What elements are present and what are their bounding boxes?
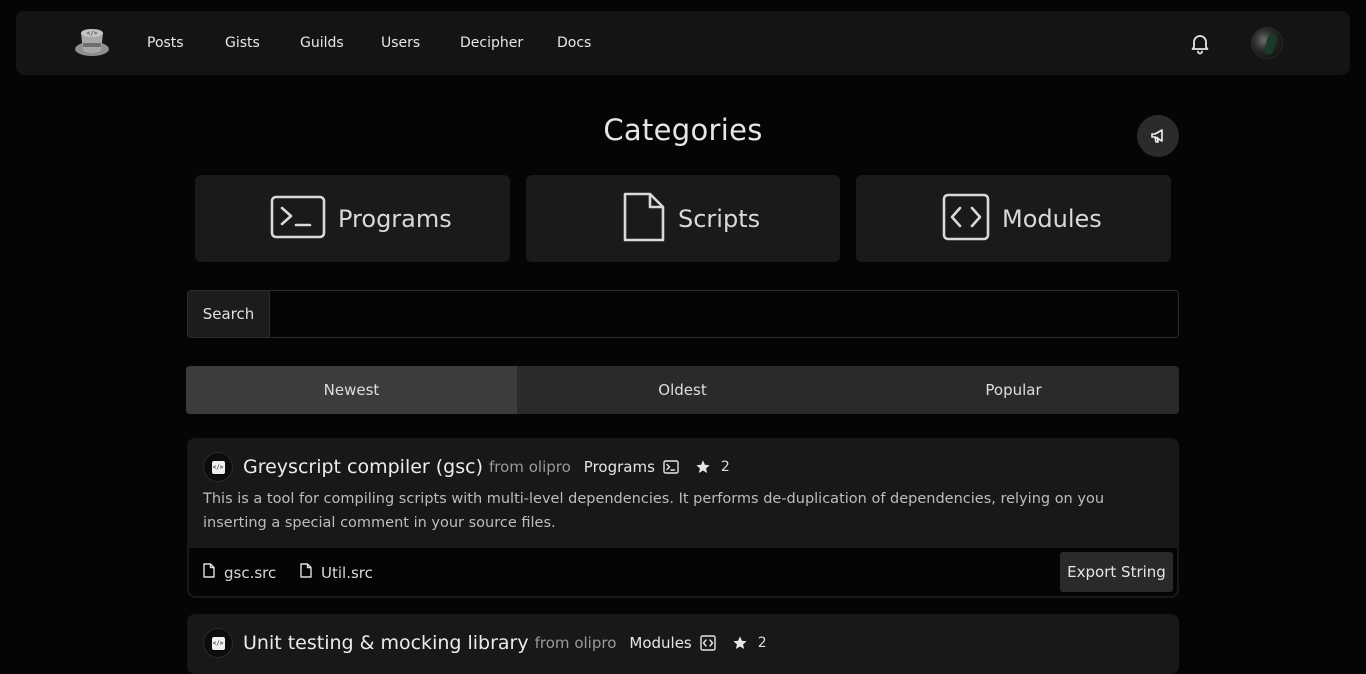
post-author-line: from olipro	[535, 634, 617, 652]
nav-decipher[interactable]: Decipher	[460, 35, 523, 51]
category-programs[interactable]: Programs	[195, 175, 510, 262]
svg-text:</>: </>	[87, 30, 98, 37]
search-label: Search	[188, 291, 270, 337]
code-icon	[700, 635, 716, 651]
announcement-button[interactable]	[1137, 115, 1179, 157]
file-name: gsc.src	[224, 563, 277, 582]
category-label: Scripts	[678, 204, 761, 233]
post-title[interactable]: Greyscript compiler (gsc)	[243, 456, 483, 478]
post-description: This is a tool for compiling scripts wit…	[203, 491, 1105, 531]
post-category[interactable]: Programs	[584, 458, 655, 476]
post-author[interactable]: olipro	[529, 458, 571, 476]
megaphone-icon	[1151, 129, 1163, 143]
post-author[interactable]: olipro	[574, 634, 616, 652]
search-bar: Search	[187, 290, 1179, 338]
file-icon	[300, 563, 312, 582]
star-icon[interactable]	[695, 459, 711, 475]
from-label: from	[534, 634, 570, 652]
terminal-icon	[270, 195, 326, 243]
nav-guilds[interactable]: Guilds	[300, 35, 344, 51]
file-link[interactable]: gsc.src	[203, 563, 276, 582]
category-scripts[interactable]: Scripts	[526, 175, 840, 262]
post-header: </> Unit testing & mocking library from …	[203, 628, 767, 658]
category-label: Programs	[338, 204, 452, 233]
post-title[interactable]: Unit testing & mocking library	[243, 632, 529, 654]
nav-posts[interactable]: Posts	[147, 35, 184, 51]
category-modules[interactable]: Modules	[856, 175, 1171, 262]
code-icon	[942, 193, 990, 245]
nav-users[interactable]: Users	[381, 35, 420, 51]
file-link[interactable]: Util.src	[300, 563, 373, 582]
tab-popular[interactable]: Popular	[848, 366, 1179, 414]
file-icon	[622, 191, 666, 247]
post-type-icon: </>	[203, 452, 233, 482]
post-card: </> Unit testing & mocking library from …	[187, 614, 1179, 674]
star-count: 2	[757, 635, 767, 651]
post-card: </> Greyscript compiler (gsc) from olipr…	[187, 438, 1179, 598]
nav-docs[interactable]: Docs	[557, 35, 591, 51]
post-type-icon: </>	[203, 628, 233, 658]
file-icon	[203, 563, 215, 582]
site-logo[interactable]: </>	[74, 25, 110, 59]
navbar: </> Posts Gists Guilds Users Decipher Do…	[16, 11, 1350, 75]
star-count: 2	[720, 459, 730, 475]
export-string-button[interactable]: Export String	[1060, 552, 1173, 592]
nav-gists[interactable]: Gists	[225, 35, 260, 51]
user-avatar[interactable]	[1251, 27, 1283, 59]
post-header: </> Greyscript compiler (gsc) from olipr…	[203, 452, 730, 482]
from-label: from	[489, 458, 524, 476]
search-input[interactable]	[270, 291, 1178, 337]
terminal-icon	[663, 460, 679, 474]
post-author-line: from olipro	[489, 458, 571, 476]
tab-newest[interactable]: Newest	[186, 366, 517, 414]
sort-tabs: Newest Oldest Popular	[186, 366, 1179, 414]
file-name: Util.src	[321, 563, 373, 582]
category-label: Modules	[1002, 204, 1102, 233]
tab-oldest[interactable]: Oldest	[517, 366, 848, 414]
star-icon[interactable]	[732, 635, 748, 651]
post-footer: gsc.src Util.src Export String	[189, 548, 1177, 596]
post-category[interactable]: Modules	[629, 634, 691, 652]
bell-icon[interactable]	[1188, 31, 1212, 55]
